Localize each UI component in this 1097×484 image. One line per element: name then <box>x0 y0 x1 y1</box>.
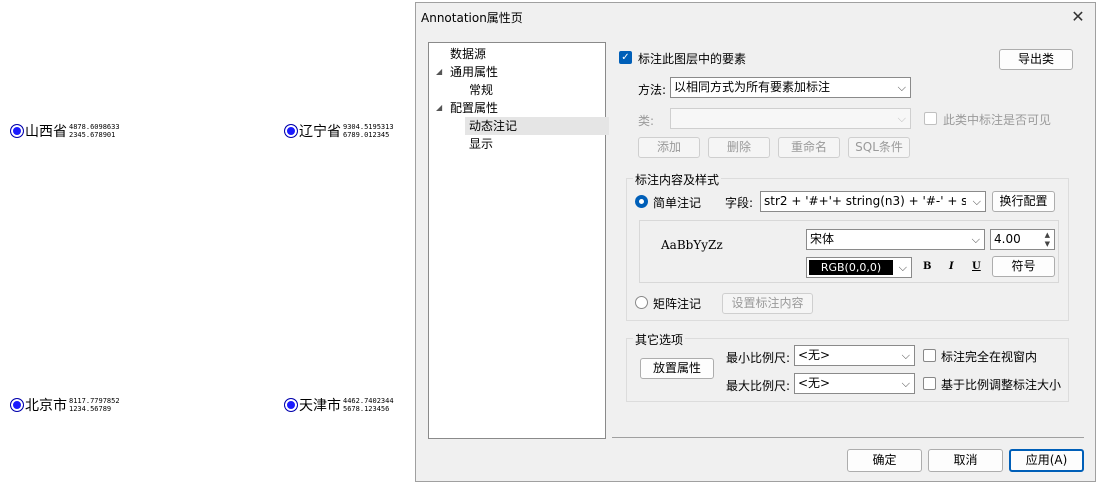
chevron-down-icon: ⌵ <box>897 112 906 125</box>
marker-value-2: 2345.678901 <box>69 131 116 139</box>
dialog-title: Annotation属性页 <box>421 11 523 25</box>
content-style-group-title: 标注内容及样式 <box>633 171 722 188</box>
export-class-button[interactable]: 导出类 <box>999 49 1073 70</box>
simple-annotation-label: 简单注记 <box>653 196 702 210</box>
max-scale-select[interactable]: <无> ⌵ <box>794 373 915 394</box>
chevron-down-icon: ⌵ <box>901 377 910 390</box>
scale-adjust-checkbox[interactable] <box>923 377 936 390</box>
method-label: 方法: <box>638 83 667 97</box>
font-size-value: 4.00 <box>994 232 1021 246</box>
point-symbol-icon <box>284 124 298 138</box>
class-visible-checkbox[interactable] <box>924 112 937 125</box>
placement-button[interactable]: 放置属性 <box>640 358 714 379</box>
italic-icon[interactable]: I <box>949 261 954 272</box>
tree-item-general[interactable]: 通用属性 <box>450 63 498 81</box>
chevron-down-icon: ⌵ <box>901 349 910 362</box>
property-tree[interactable]: 数据源 ◢ 通用属性 常规 ◢ 配置属性 动态注记 显示 <box>428 42 609 439</box>
simple-annotation-radio[interactable] <box>635 195 648 208</box>
fully-in-view-checkbox[interactable] <box>923 349 936 362</box>
label-features-checkbox[interactable]: ✓ <box>619 51 632 64</box>
close-icon[interactable]: ✕ <box>1067 6 1089 28</box>
font-family-value: 宋体 <box>810 232 835 246</box>
point-symbol-icon <box>10 398 24 412</box>
marker-name: 辽宁省 <box>299 124 341 140</box>
color-swatch: RGB(0,0,0) <box>809 260 893 275</box>
marker-name: 山西省 <box>25 124 67 140</box>
marker-value-1: 4878.6098633 <box>69 123 120 131</box>
chevron-down-icon: ⌵ <box>971 233 980 246</box>
scale-adjust-label: 基于比例调整标注大小 <box>941 378 1062 392</box>
font-size-spinner[interactable]: 4.00 ▲ ▼ <box>990 229 1055 250</box>
collapse-arrow-icon[interactable]: ◢ <box>436 67 442 76</box>
marker-name: 北京市 <box>25 398 67 414</box>
max-scale-label: 最大比例尺: <box>726 379 791 393</box>
chevron-down-icon: ⌵ <box>897 81 906 94</box>
marker-value-1: 4462.7402344 <box>343 397 394 405</box>
font-family-select[interactable]: 宋体 ⌵ <box>806 229 985 250</box>
point-symbol-icon <box>284 398 298 412</box>
min-scale-value: <无> <box>798 348 831 362</box>
symbol-button[interactable]: 符号 <box>992 256 1055 277</box>
collapse-arrow-icon[interactable]: ◢ <box>436 103 442 112</box>
tree-item-common[interactable]: 常规 <box>469 81 493 99</box>
cancel-button[interactable]: 取消 <box>928 449 1003 472</box>
matrix-annotation-radio[interactable] <box>635 296 648 309</box>
tree-item-display[interactable]: 显示 <box>469 135 493 153</box>
field-label: 字段: <box>725 196 754 210</box>
sql-condition-button[interactable]: SQL条件 <box>848 137 910 158</box>
marker-name: 天津市 <box>299 398 341 414</box>
tree-item-dynamic-annotation[interactable]: 动态注记 <box>465 117 609 135</box>
class-label: 类: <box>638 114 655 128</box>
footer-divider <box>612 437 1084 438</box>
matrix-annotation-label: 矩阵注记 <box>653 297 702 311</box>
marker-value-2: 5678.123456 <box>343 405 390 413</box>
marker-value-2: 6789.012345 <box>343 131 390 139</box>
max-scale-value: <无> <box>798 376 831 390</box>
ok-button[interactable]: 确定 <box>847 449 922 472</box>
tree-item-data-source[interactable]: 数据源 <box>450 45 486 63</box>
field-expression-value: str2 + '#+'+ string(n3) + '#-' + string <box>764 194 966 208</box>
class-select[interactable]: ⌵ <box>670 108 911 129</box>
marker-value-1: 9304.5195313 <box>343 123 394 131</box>
class-visible-label: 此类中标注是否可见 <box>943 113 1052 127</box>
field-expression-select[interactable]: str2 + '#+'+ string(n3) + '#-' + string … <box>760 191 986 212</box>
annotation-properties-dialog: Annotation属性页 ✕ 数据源 ◢ 通用属性 常规 ◢ 配置属性 动态注… <box>415 2 1096 482</box>
min-scale-label: 最小比例尺: <box>726 351 791 365</box>
chevron-down-icon: ⌵ <box>898 261 907 274</box>
marker-value-1: 8117.7797852 <box>69 397 120 405</box>
bold-icon[interactable]: B <box>923 261 931 272</box>
fully-in-view-label: 标注完全在视窗内 <box>941 350 1038 364</box>
point-symbol-icon <box>10 124 24 138</box>
underline-icon[interactable]: U <box>972 261 981 272</box>
add-button[interactable]: 添加 <box>638 137 700 158</box>
wrap-config-button[interactable]: 换行配置 <box>992 191 1055 212</box>
spin-arrows-icon[interactable]: ▲ ▼ <box>1045 231 1050 249</box>
delete-button[interactable]: 删除 <box>708 137 770 158</box>
chevron-down-icon: ⌵ <box>972 195 981 208</box>
set-annotation-content-button[interactable]: 设置标注内容 <box>722 293 813 314</box>
map-marker-shanxi: 山西省 4878.6098633 2345.678901 <box>10 121 120 141</box>
other-options-group-title: 其它选项 <box>633 331 686 348</box>
marker-value-2: 1234.56789 <box>69 405 112 413</box>
method-value: 以相同方式为所有要素加标注 <box>674 80 831 94</box>
map-marker-beijing: 北京市 8117.7797852 1234.56789 <box>10 395 120 415</box>
rename-button[interactable]: 重命名 <box>778 137 840 158</box>
method-select[interactable]: 以相同方式为所有要素加标注 ⌵ <box>670 77 911 98</box>
map-marker-liaoning: 辽宁省 9304.5195313 6789.012345 <box>284 121 394 141</box>
title-bar[interactable]: Annotation属性页 ✕ <box>416 3 1095 31</box>
label-features-label: 标注此图层中的要素 <box>638 52 747 66</box>
apply-button[interactable]: 应用(A) <box>1009 449 1084 472</box>
tree-item-config[interactable]: 配置属性 <box>450 99 498 117</box>
color-select[interactable]: RGB(0,0,0) ⌵ <box>806 257 912 278</box>
min-scale-select[interactable]: <无> ⌵ <box>794 345 915 366</box>
font-preview: AaBbYyZz <box>661 238 723 252</box>
map-marker-tianjin: 天津市 4462.7402344 5678.123456 <box>284 395 394 415</box>
